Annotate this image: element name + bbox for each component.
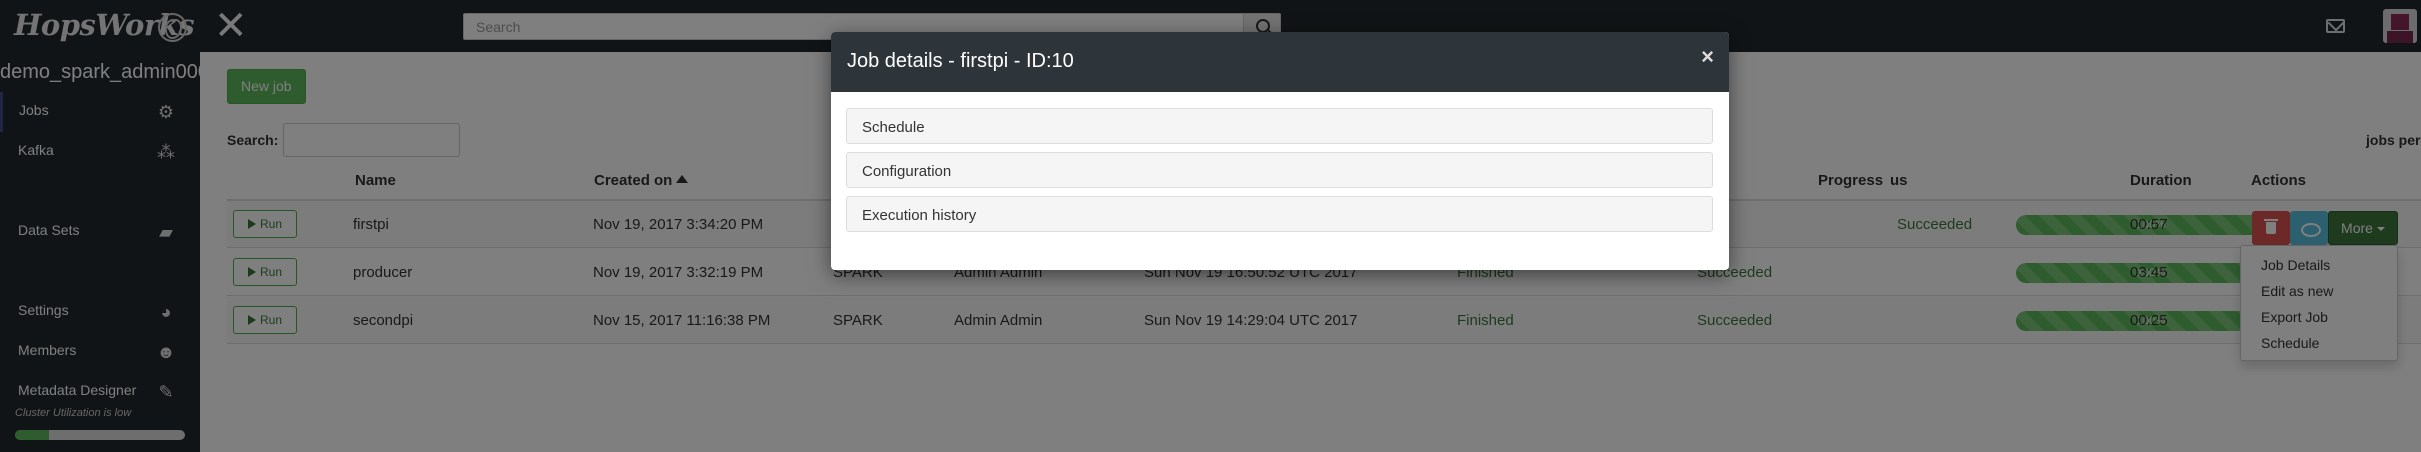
modal-title: Job details - firstpi - ID:10 — [847, 50, 1074, 72]
panel-schedule[interactable]: Schedule — [846, 108, 1713, 144]
job-details-modal: Job details - firstpi - ID:10 × Schedule… — [831, 32, 1729, 270]
close-icon[interactable]: × — [1701, 46, 1714, 68]
panel-configuration[interactable]: Configuration — [846, 152, 1713, 188]
panel-label: Schedule — [862, 119, 925, 136]
modal-header: Job details - firstpi - ID:10 × — [831, 32, 1729, 92]
panel-execution-history[interactable]: Execution history — [846, 196, 1713, 232]
panel-label: Execution history — [862, 207, 977, 224]
panel-label: Configuration — [862, 163, 952, 180]
